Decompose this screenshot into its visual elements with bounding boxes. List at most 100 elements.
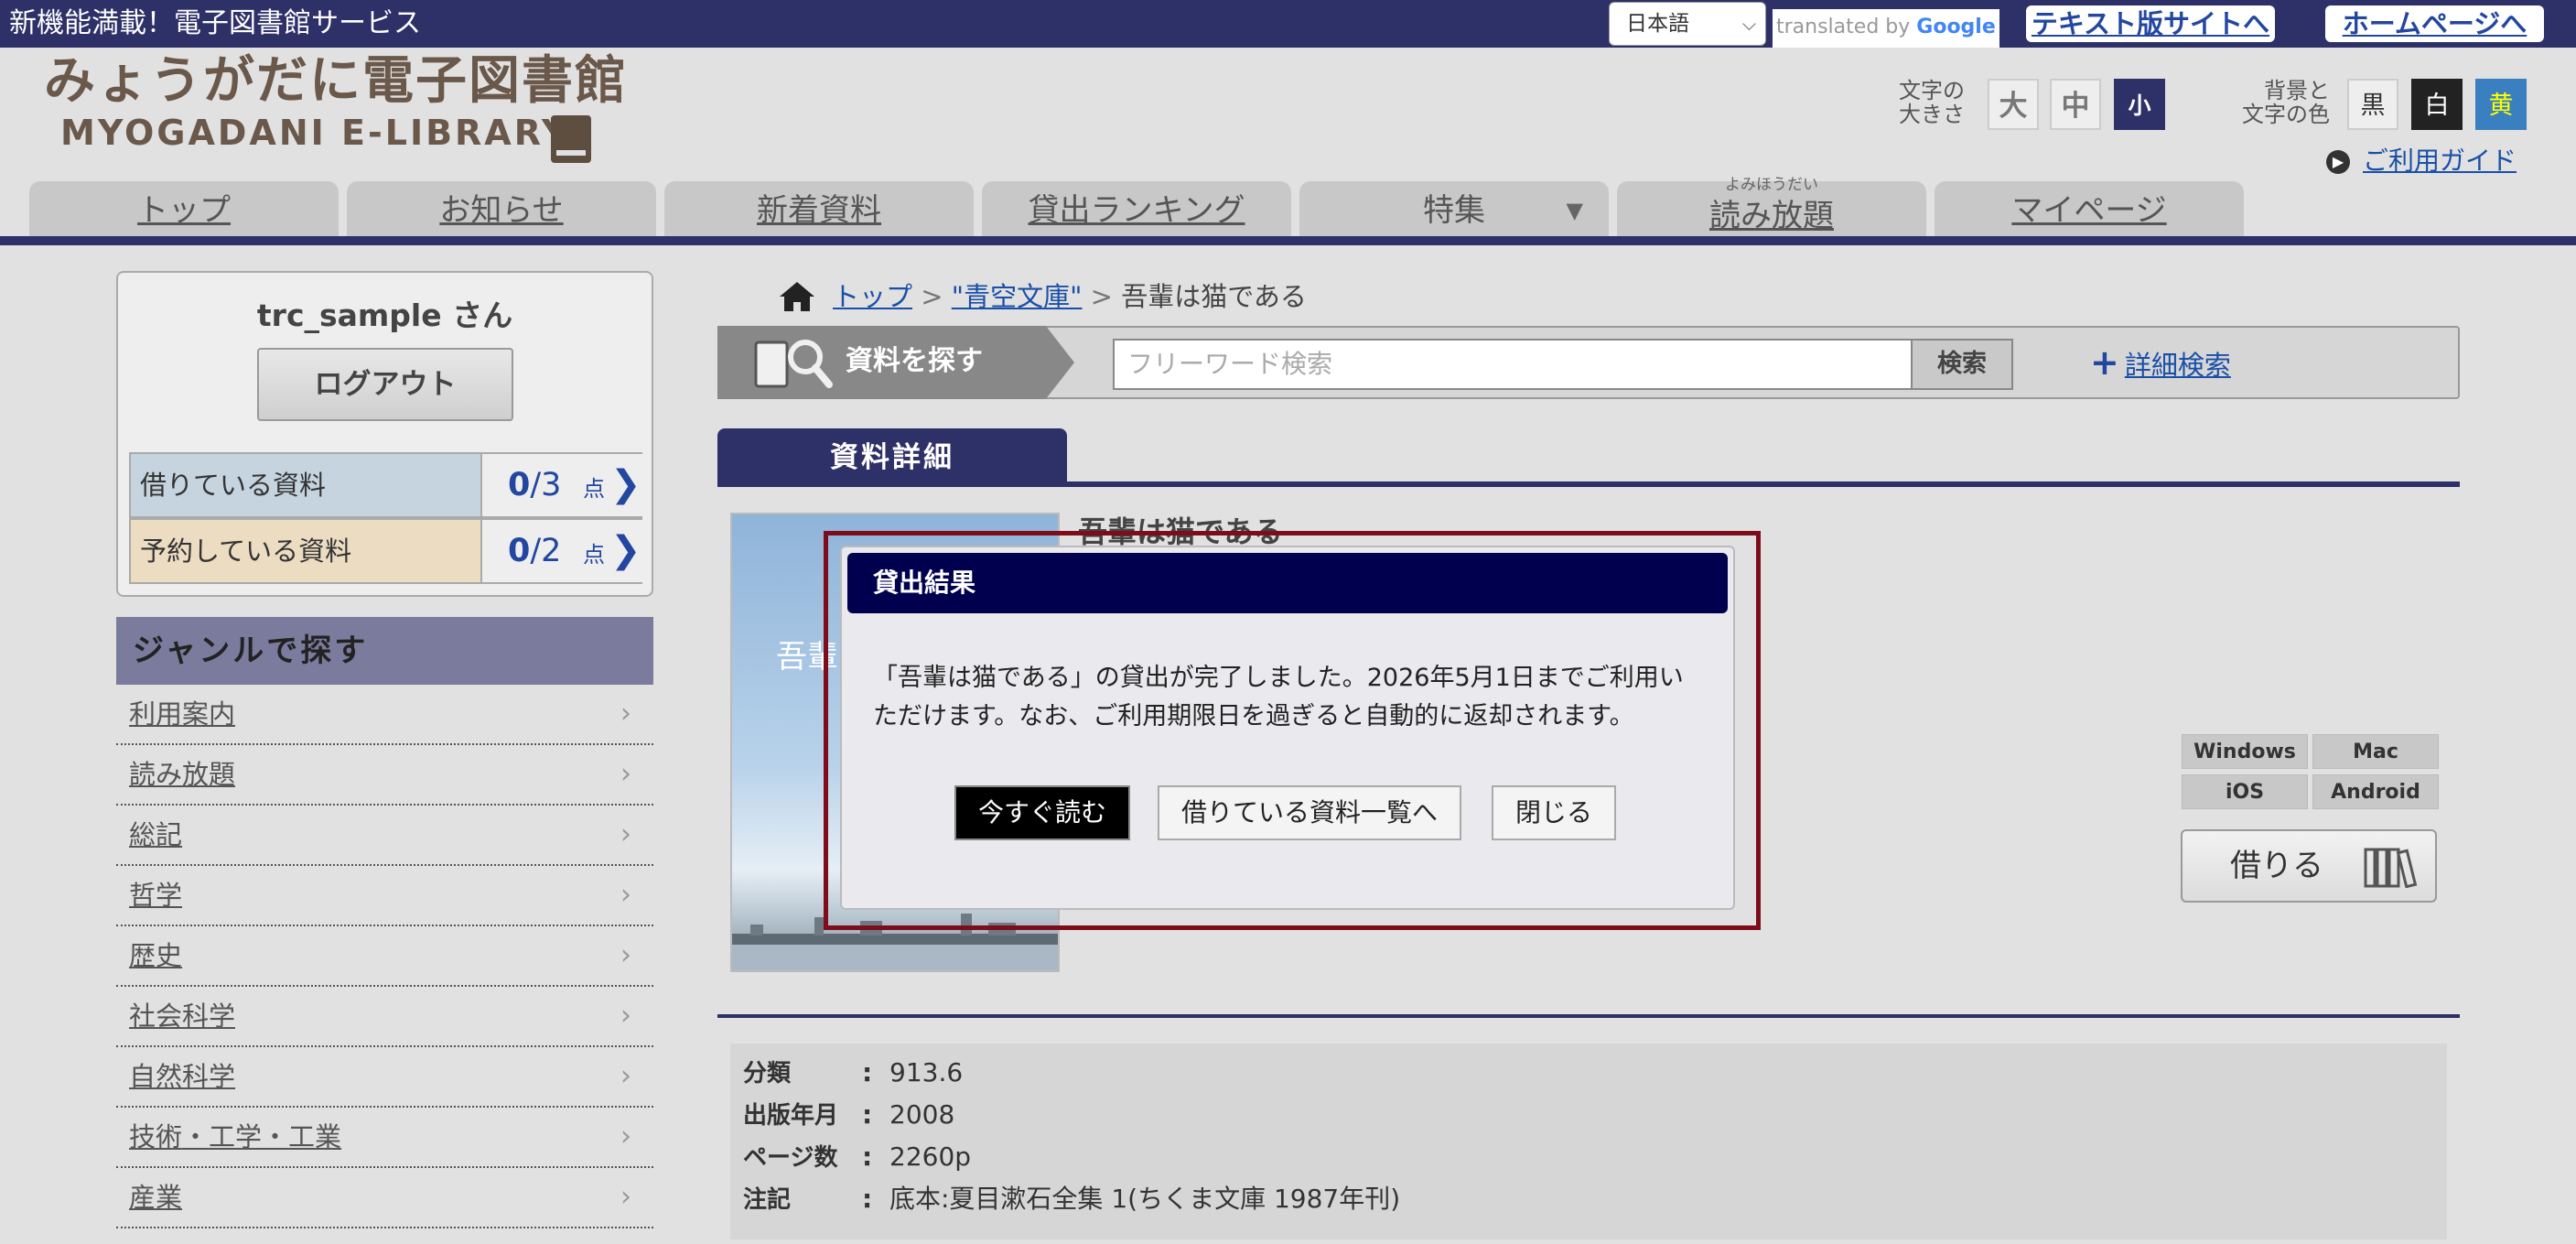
platform-windows: Windows	[2182, 734, 2308, 769]
nav-tab-feature[interactable]: 特集 ▼	[1299, 181, 1609, 238]
nav-tab-ranking-label[interactable]: 貸出ランキング	[1029, 192, 1245, 229]
language-select-value: 日本語	[1626, 12, 1689, 36]
breadcrumb-top-link[interactable]: トップ	[833, 281, 912, 312]
info-row-note: 注記: 底本:夏目漱石全集 1(ちくま文庫 1987年刊)	[743, 1181, 1400, 1218]
genre-item[interactable]: 技術・工学・工業 ›	[116, 1108, 653, 1168]
dialog-title: 貸出結果	[847, 553, 1728, 613]
genre-link[interactable]: 歴史	[129, 940, 182, 971]
nav-tab-new-items-label[interactable]: 新着資料	[757, 192, 881, 229]
font-size-large-button[interactable]: 大	[1988, 79, 2039, 130]
genre-item[interactable]: 社会科学 ›	[116, 987, 653, 1047]
site-logo-en[interactable]: MYOGADANI E-LIBRARY	[60, 110, 569, 156]
top-banner-text: 新機能満載！電子図書館サービス	[9, 7, 421, 39]
genre-item[interactable]: 読み放題 ›	[116, 745, 653, 806]
reserved-count-unit: 点	[583, 542, 605, 568]
breadcrumb-collection-link[interactable]: "青空文庫"	[952, 281, 1083, 312]
breadcrumb-current: 吾輩は猫である	[1121, 281, 1307, 312]
breadcrumb: トップ > "青空文庫" > 吾輩は猫である	[833, 278, 1307, 315]
nav-tab-mypage[interactable]: マイページ	[1935, 181, 2244, 238]
section-divider	[717, 1014, 2460, 1018]
chevron-right-icon: ›	[620, 1120, 631, 1152]
borrowed-count-value: 0/3	[508, 467, 562, 503]
nav-tab-ranking[interactable]: 貸出ランキング	[982, 181, 1291, 238]
advanced-search-link[interactable]: 詳細検索	[2125, 350, 2231, 381]
user-panel: trc_sample さん ログアウト 借りている資料 0/3 点 ❯ 予約して…	[116, 271, 653, 597]
genre-link[interactable]: 哲学	[129, 880, 182, 911]
genre-heading: ジャンルで探す	[116, 617, 653, 685]
genre-item[interactable]: 歴史 ›	[116, 926, 653, 987]
plus-icon: +	[2090, 342, 2119, 383]
logout-button[interactable]: ログアウト	[257, 348, 513, 421]
nav-tab-news-label[interactable]: お知らせ	[439, 192, 563, 229]
book-logo-icon	[551, 115, 591, 163]
info-value: 2008	[889, 1099, 955, 1130]
color-black-button[interactable]: 黒	[2347, 79, 2398, 130]
close-button[interactable]: 閉じる	[1492, 785, 1616, 840]
chevron-right-icon: ›	[620, 1060, 631, 1092]
nav-tab-mypage-label[interactable]: マイページ	[2011, 192, 2166, 229]
chevron-down-icon: ⌵	[1741, 13, 1756, 35]
info-row-published: 出版年月:2008	[743, 1097, 954, 1134]
font-size-small-button[interactable]: 小	[2114, 79, 2165, 130]
reserved-items-label: 予約している資料	[140, 535, 352, 567]
user-name: trc_sample さん	[256, 297, 513, 333]
nav-tab-top[interactable]: トップ	[29, 181, 339, 238]
homepage-link[interactable]: ホームページへ	[2343, 8, 2527, 39]
book-info-box: 分類:913.6 出版年月:2008 ページ数:2260p 注記: 底本:夏目漱石…	[730, 1044, 2447, 1239]
chevron-right-icon: ›	[620, 818, 631, 850]
translated-by-text: translated by	[1776, 16, 1911, 38]
genre-item[interactable]: 総記 ›	[116, 806, 653, 866]
genre-link[interactable]: 産業	[129, 1182, 182, 1213]
genre-link[interactable]: 社会科学	[129, 1001, 235, 1032]
nav-tab-news[interactable]: お知らせ	[347, 181, 656, 238]
genre-link[interactable]: 技術・工学・工業	[129, 1121, 341, 1152]
genre-link[interactable]: 自然科学	[129, 1061, 235, 1092]
genre-item[interactable]: 産業 ›	[116, 1168, 653, 1228]
chevron-right-icon: ›	[620, 879, 631, 911]
play-circle-icon: ▶	[2326, 150, 2350, 174]
nav-tab-top-label[interactable]: トップ	[137, 192, 231, 229]
color-yellow-button[interactable]: 黄	[2475, 79, 2527, 130]
usage-guide: ▶ ご利用ガイド	[2326, 145, 2517, 178]
borrow-button-label: 借りる	[2230, 848, 2323, 884]
nav-tab-feature-label: 特集	[1423, 192, 1485, 229]
info-value: 底本:夏目漱石全集 1(ちくま文庫 1987年刊)	[889, 1184, 1401, 1214]
genre-link[interactable]: 読み放題	[129, 759, 235, 790]
reserved-items-count: 0/2 点 ❯	[480, 520, 642, 582]
font-size-medium-button[interactable]: 中	[2050, 79, 2101, 130]
nav-tab-new-items[interactable]: 新着資料	[664, 181, 974, 238]
platform-ios: iOS	[2182, 774, 2308, 809]
chevron-right-icon[interactable]: ❯	[610, 454, 641, 514]
color-white-button[interactable]: 白	[2411, 79, 2463, 130]
reserved-items-row[interactable]: 予約している資料 0/2 点 ❯	[129, 518, 642, 584]
genre-item[interactable]: 哲学 ›	[116, 866, 653, 926]
usage-guide-link[interactable]: ご利用ガイド	[2363, 146, 2517, 176]
search-button[interactable]: 検索	[1911, 339, 2013, 390]
site-logo-jp[interactable]: みょうがだに電子図書館	[44, 51, 628, 112]
language-select[interactable]: 日本語 ⌵	[1609, 2, 1766, 46]
borrowed-list-button[interactable]: 借りている資料一覧へ	[1158, 785, 1461, 840]
borrowed-items-row[interactable]: 借りている資料 0/3 点 ❯	[129, 452, 642, 518]
chevron-right-icon: ›	[620, 698, 631, 730]
detail-tab: 資料詳細	[717, 428, 1067, 483]
chevron-right-icon: ›	[620, 758, 631, 790]
genre-item[interactable]: 利用案内 ›	[116, 685, 653, 745]
chevron-right-icon: ›	[620, 939, 631, 971]
text-site-link-box: テキスト版サイトへ	[2026, 5, 2275, 42]
chevron-right-icon[interactable]: ❯	[610, 520, 641, 580]
search-input[interactable]: フリーワード検索	[1113, 339, 2013, 390]
search-label: 資料を探す	[846, 345, 983, 377]
read-now-button[interactable]: 今すぐ読む	[954, 785, 1130, 840]
info-key: 出版年月	[743, 1102, 839, 1130]
borrow-button[interactable]: 借りる	[2181, 829, 2437, 903]
genre-link[interactable]: 総記	[129, 819, 182, 850]
info-value: 2260p	[889, 1141, 972, 1172]
nav-underline	[0, 236, 2576, 245]
text-site-link[interactable]: テキスト版サイトへ	[2032, 8, 2269, 39]
genre-link[interactable]: 利用案内	[129, 698, 235, 730]
genre-item[interactable]: 自然科学 ›	[116, 1047, 653, 1108]
info-key: 注記	[743, 1186, 792, 1214]
nav-tab-unlimited[interactable]: よみほうだい 読み放題	[1617, 176, 1926, 238]
homepage-link-box: ホームページへ	[2325, 5, 2544, 42]
nav-tab-unlimited-label[interactable]: 読み放題	[1709, 198, 1834, 234]
